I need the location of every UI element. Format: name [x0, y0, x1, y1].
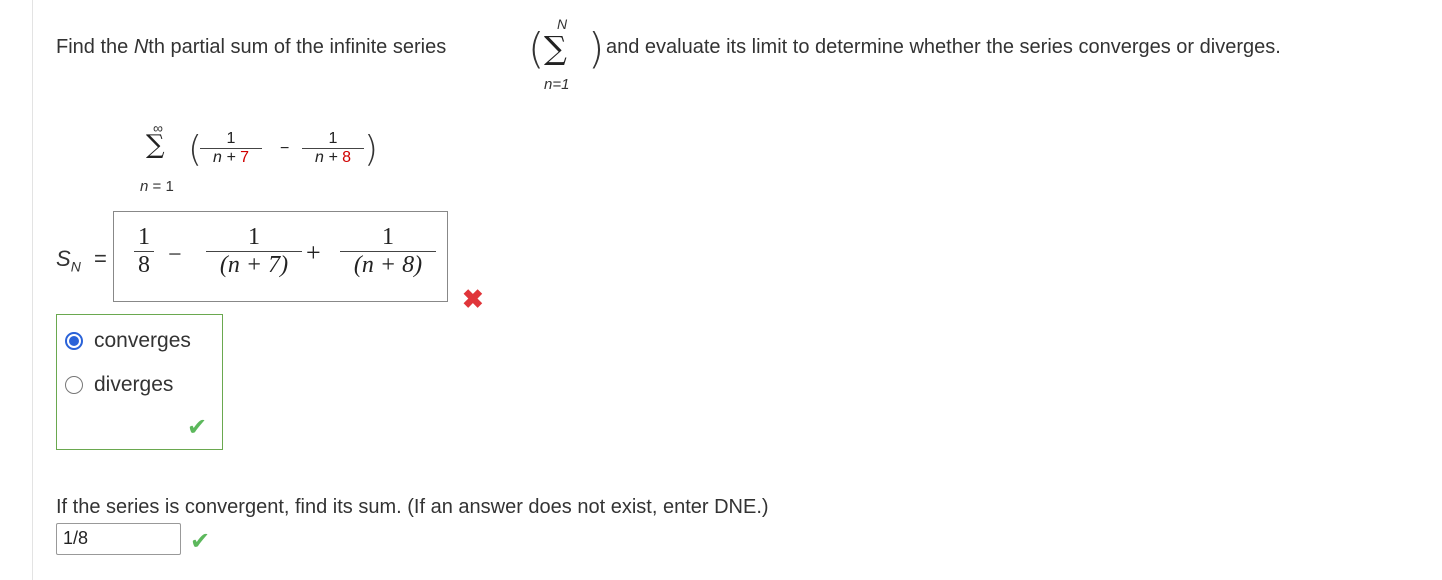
partial-sum-label: SN: [56, 246, 81, 275]
incorrect-x-icon: ✖: [462, 284, 484, 314]
answer-fraction-1: 1 8: [134, 224, 154, 279]
answer-f1-numerator: 1: [138, 224, 150, 250]
close-paren: ): [588, 24, 605, 73]
question-text-start: Find the Nth partial sum of the infinite…: [56, 36, 447, 58]
answer-plus: +: [306, 238, 321, 267]
correct-check-icon: ✔: [187, 414, 208, 441]
series-term1: 1 n + 7: [200, 130, 262, 167]
answer-f3-denominator: (n + 8): [353, 252, 423, 278]
term2-numerator: 1: [328, 130, 338, 147]
sigma-symbol: ∑: [544, 29, 567, 67]
series-lower-limit: n = 1: [140, 178, 174, 195]
answer-minus: −: [168, 242, 182, 268]
sigma-notation: ( N ∑ ) n=1: [528, 16, 605, 96]
partial-sum-answer-box[interactable]: 1 8 − 1 (n + 7) + 1 (n + 8): [113, 211, 448, 302]
term1-denominator: n + 7: [212, 149, 250, 166]
option-label-converges: converges: [94, 329, 191, 352]
term1-numerator: 1: [226, 130, 236, 147]
left-border: [32, 0, 33, 580]
term2-denominator: n + 8: [314, 149, 352, 166]
radio-converges[interactable]: [65, 332, 83, 350]
radio-diverges[interactable]: [65, 376, 83, 394]
answer-f2-numerator: 1: [248, 224, 260, 250]
series-minus: −: [280, 140, 290, 157]
series-close-paren: ): [364, 129, 379, 170]
series-expression: ∞ ∑ n = 1 ( 1 n + 7 − 1 n + 8 ): [136, 118, 396, 198]
sum-answer-input[interactable]: 1/8: [56, 523, 181, 555]
answer-f2-denominator: (n + 7): [219, 252, 289, 278]
sum-correct-check-icon: ✔: [190, 528, 211, 555]
convergence-choice-box: converges diverges ✔: [56, 314, 223, 450]
open-paren: (: [528, 24, 545, 73]
series-sigma-symbol: ∑: [146, 130, 165, 160]
answer-f1-denominator: 8: [138, 252, 150, 278]
sum-question-text: If the series is convergent, find its su…: [56, 496, 769, 518]
question-text-end: and evaluate its limit to determine whet…: [606, 36, 1281, 58]
answer-f3-numerator: 1: [382, 224, 394, 250]
sigma-lower-limit: n=1: [544, 76, 570, 93]
partial-sum-equals: =: [94, 246, 107, 271]
series-term2: 1 n + 8: [302, 130, 364, 167]
answer-fraction-2: 1 (n + 7): [206, 224, 302, 279]
option-label-diverges: diverges: [94, 373, 174, 396]
answer-fraction-3: 1 (n + 8): [340, 224, 436, 279]
